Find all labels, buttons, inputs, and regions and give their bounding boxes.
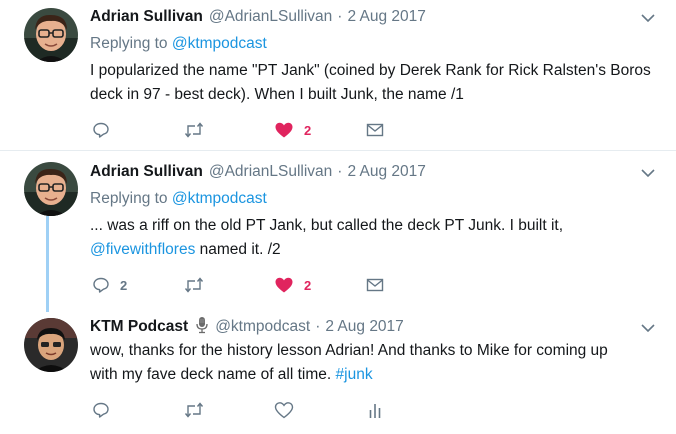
mention-link[interactable]: @fivewithflores	[90, 241, 195, 258]
tweet-text-fragment: with my fave deck name of all time.	[90, 366, 336, 383]
like-count: 2	[304, 277, 312, 293]
reply-button[interactable]: 2	[92, 275, 127, 295]
heart-icon	[275, 122, 293, 138]
tweet-date[interactable]: 2 Aug 2017	[347, 8, 425, 26]
direct-message-button[interactable]	[366, 275, 384, 295]
tweet-actions: 2	[92, 120, 392, 140]
avatar[interactable]	[24, 162, 78, 216]
tweet-header: KTM Podcast @ktmpodcast · 2 Aug 2017	[90, 316, 404, 339]
author-handle[interactable]: @AdrianLSullivan	[209, 163, 332, 181]
analytics-button[interactable]	[368, 400, 382, 420]
separator: ·	[337, 163, 343, 180]
analytics-icon	[369, 404, 381, 418]
hashtag-link[interactable]: #junk	[336, 366, 373, 383]
author-name[interactable]: Adrian Sullivan	[90, 163, 203, 181]
tweet-text-fragment: named it. /2	[195, 241, 281, 258]
replying-to: Replying to @ktmpodcast	[90, 35, 267, 53]
replying-to-handle[interactable]: @ktmpodcast	[172, 190, 267, 207]
like-button[interactable]: 2	[274, 120, 311, 140]
tweet-text-line: ... was a riff on the old PT Jank, but c…	[90, 217, 563, 234]
replying-to-handle[interactable]: @ktmpodcast	[172, 35, 267, 52]
replying-to-label: Replying to	[90, 190, 168, 207]
tweet-text-line: with my fave deck name of all time. #jun…	[90, 363, 660, 387]
reply-count: 2	[120, 277, 128, 293]
author-handle[interactable]: @AdrianLSullivan	[209, 8, 332, 26]
like-count: 2	[304, 122, 312, 138]
retweet-button[interactable]	[184, 275, 214, 295]
separator: ·	[337, 8, 343, 25]
replying-to-label: Replying to	[90, 35, 168, 52]
mail-icon	[366, 123, 384, 137]
chevron-down-icon[interactable]	[640, 10, 656, 26]
tweet-date[interactable]: 2 Aug 2017	[347, 163, 425, 181]
tweet-text-line: @fivewithflores named it. /2	[90, 238, 660, 262]
avatar[interactable]	[24, 8, 78, 62]
like-button[interactable]: 2	[274, 275, 311, 295]
reply-icon	[93, 277, 109, 293]
chevron-down-icon[interactable]	[640, 320, 656, 336]
direct-message-button[interactable]	[366, 120, 384, 140]
reply-icon	[93, 122, 109, 138]
tweet-text-line: wow, thanks for the history lesson Adria…	[90, 342, 608, 359]
separator: ·	[315, 318, 321, 335]
tweet-text-line: I popularized the name "PT Jank" (coined…	[90, 62, 651, 79]
like-button[interactable]	[274, 400, 304, 420]
mail-icon	[366, 278, 384, 292]
tweet-actions	[92, 400, 392, 420]
tweet-text: I popularized the name "PT Jank" (coined…	[90, 59, 660, 107]
tweet-header: Adrian Sullivan @AdrianLSullivan · 2 Aug…	[90, 7, 426, 27]
author-name[interactable]: Adrian Sullivan	[90, 8, 203, 26]
author-handle[interactable]: @ktmpodcast	[215, 318, 310, 336]
tweet-date[interactable]: 2 Aug 2017	[325, 318, 403, 336]
tweet-text: wow, thanks for the history lesson Adria…	[90, 339, 660, 387]
retweet-icon	[184, 277, 204, 293]
author-name[interactable]: KTM Podcast	[90, 318, 188, 336]
retweet-button[interactable]	[184, 400, 214, 420]
tweet-text: ... was a riff on the old PT Jank, but c…	[90, 214, 660, 262]
retweet-icon	[184, 402, 204, 418]
avatar[interactable]	[24, 318, 78, 372]
tweet-2[interactable]: Adrian Sullivan @AdrianLSullivan · 2 Aug…	[0, 151, 676, 301]
reply-button[interactable]	[92, 120, 120, 140]
chevron-down-icon[interactable]	[640, 165, 656, 181]
reply-icon	[93, 402, 109, 418]
microphone-icon	[195, 316, 209, 339]
reply-button[interactable]	[92, 400, 120, 420]
retweet-icon	[184, 122, 204, 138]
tweet-3[interactable]: KTM Podcast @ktmpodcast · 2 Aug 2017 wow…	[0, 306, 676, 434]
heart-icon	[275, 277, 293, 293]
heart-icon	[274, 402, 294, 419]
tweet-text-line: deck in 97 - best deck). When I built Ju…	[90, 86, 464, 103]
tweet-actions: 2 2	[92, 275, 392, 295]
replying-to: Replying to @ktmpodcast	[90, 190, 267, 208]
tweet-1[interactable]: Adrian Sullivan @AdrianLSullivan · 2 Aug…	[0, 0, 676, 150]
tweet-header: Adrian Sullivan @AdrianLSullivan · 2 Aug…	[90, 162, 426, 182]
retweet-button[interactable]	[184, 120, 214, 140]
